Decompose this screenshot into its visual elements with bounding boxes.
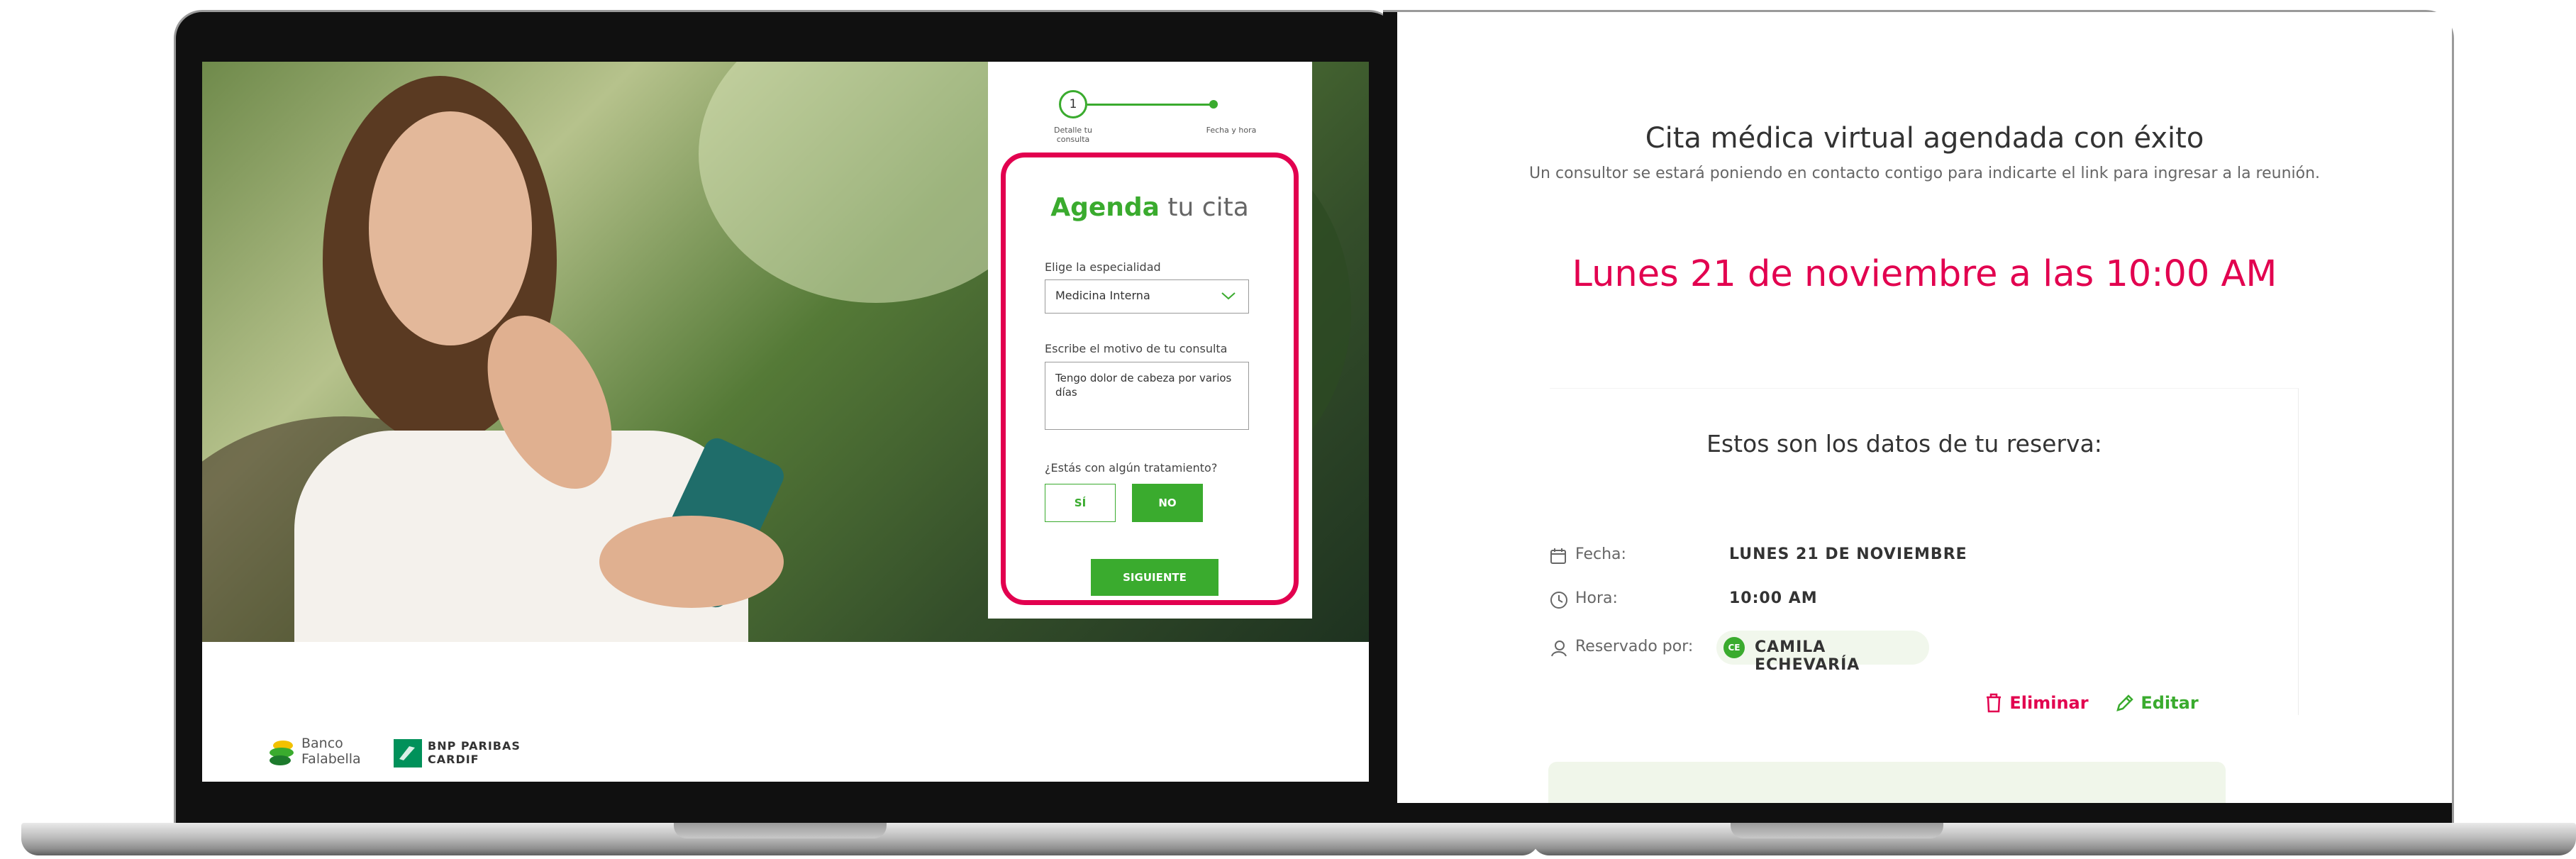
bnp-wordmark: BNP PARIBAS CARDIF [428, 739, 521, 766]
laptop-left-notch [674, 823, 887, 838]
falabella-line: Falabella [301, 751, 361, 767]
reservation-heading: Estos son los datos de tu reserva: [1706, 430, 2102, 458]
bnp-mark [394, 739, 422, 767]
clock-icon [1550, 592, 1567, 609]
step-number: 1 [1069, 97, 1077, 111]
confirmation-title: Cita médica virtual agendada con éxito [1645, 122, 2204, 155]
appointment-datetime: Lunes 21 de noviembre a las 10:00 AM [1572, 253, 2277, 295]
next-button[interactable]: SIGUIENTE [1091, 559, 1218, 596]
reason-label: Escribe el motivo de tu consulta [1045, 342, 1228, 355]
specialty-select[interactable]: Medicina Interna [1045, 279, 1249, 314]
user-icon [1551, 641, 1567, 657]
date-label: Fecha: [1575, 545, 1626, 563]
date-row: Fecha: LUNES 21 DE NOVIEMBRE [1550, 541, 2046, 570]
treatment-question: ¿Estás con algún tratamiento? [1045, 461, 1218, 475]
user-chip: CE CAMILA ECHEVARÍA [1716, 631, 1929, 674]
confirmation-subtitle: Un consultor se estará poniendo en conta… [1528, 165, 2321, 182]
form-title-rest: tu cita [1159, 193, 1249, 222]
banco-line: Banco [301, 736, 343, 751]
laptop-right-notch [1731, 823, 1943, 838]
treatment-yes-button[interactable]: SÍ [1045, 484, 1116, 522]
delete-button[interactable]: Eliminar [1984, 692, 2089, 714]
specialty-value: Medicina Interna [1055, 289, 1150, 302]
bnp-stars-icon [399, 746, 415, 760]
trash-icon [1987, 693, 2001, 713]
bnp-paribas-cardif-logo: BNP PARIBAS CARDIF [394, 738, 535, 770]
user-name: CAMILA ECHEVARÍA [1755, 638, 1860, 674]
banco-falabella-mark [270, 741, 294, 765]
stepper-line [1087, 104, 1211, 106]
step-2-indicator [1209, 100, 1218, 109]
progress-stepper: 1 Detalle tu consulta Fecha y hora [988, 90, 1312, 161]
edit-label: Editar [2141, 693, 2199, 713]
time-value: 10:00 AM [1729, 589, 1818, 607]
laptop-right-base [1532, 823, 2576, 855]
banco-falabella-logo: Banco Falabella [267, 736, 367, 771]
step-1-indicator: 1 [1059, 90, 1087, 118]
reason-textarea[interactable]: Tengo dolor de cabeza por varios días [1045, 362, 1249, 430]
lower-info-panel [1548, 762, 2226, 803]
form-title-accent: Agenda [1050, 193, 1160, 222]
booking-form-screen: 1 Detalle tu consulta Fecha y hora Agend… [202, 62, 1369, 782]
time-row: Hora: 10:00 AM [1550, 585, 2046, 614]
bnp-line: BNP PARIBAS [428, 739, 521, 753]
chevron-down-icon [1221, 292, 1236, 300]
step-1-label: Detalle tu consulta [1054, 126, 1092, 144]
date-value: LUNES 21 DE NOVIEMBRE [1729, 545, 1967, 563]
banco-falabella-wordmark: Banco Falabella [301, 736, 361, 767]
calendar-icon [1550, 548, 1566, 564]
reserved-by-row: Reservado por: CE CAMILA ECHEVARÍA [1550, 631, 2046, 674]
reservation-card: Estos son los datos de tu reserva: Fecha… [1550, 388, 2299, 715]
photo-hand [599, 516, 784, 608]
reserved-by-label: Reservado por: [1575, 638, 1694, 655]
edit-button[interactable]: Editar [2115, 692, 2199, 713]
avatar: CE [1723, 637, 1745, 658]
form-title: Agenda tu cita [1006, 193, 1294, 222]
treatment-no-button[interactable]: NO [1132, 484, 1203, 522]
appointment-form-card: Agenda tu cita Elige la especialidad Med… [1001, 153, 1299, 605]
delete-label: Eliminar [2009, 693, 2089, 713]
step-2-label: Fecha y hora [1206, 126, 1257, 135]
specialty-label: Elige la especialidad [1045, 260, 1161, 274]
cardif-line: CARDIF [428, 753, 479, 766]
form-panel: 1 Detalle tu consulta Fecha y hora Agend… [988, 62, 1312, 619]
pencil-icon [2116, 694, 2133, 711]
photo-face [369, 111, 532, 345]
confirmation-screen: Cita médica virtual agendada con éxito U… [1397, 12, 2452, 803]
time-label: Hora: [1575, 589, 1618, 607]
